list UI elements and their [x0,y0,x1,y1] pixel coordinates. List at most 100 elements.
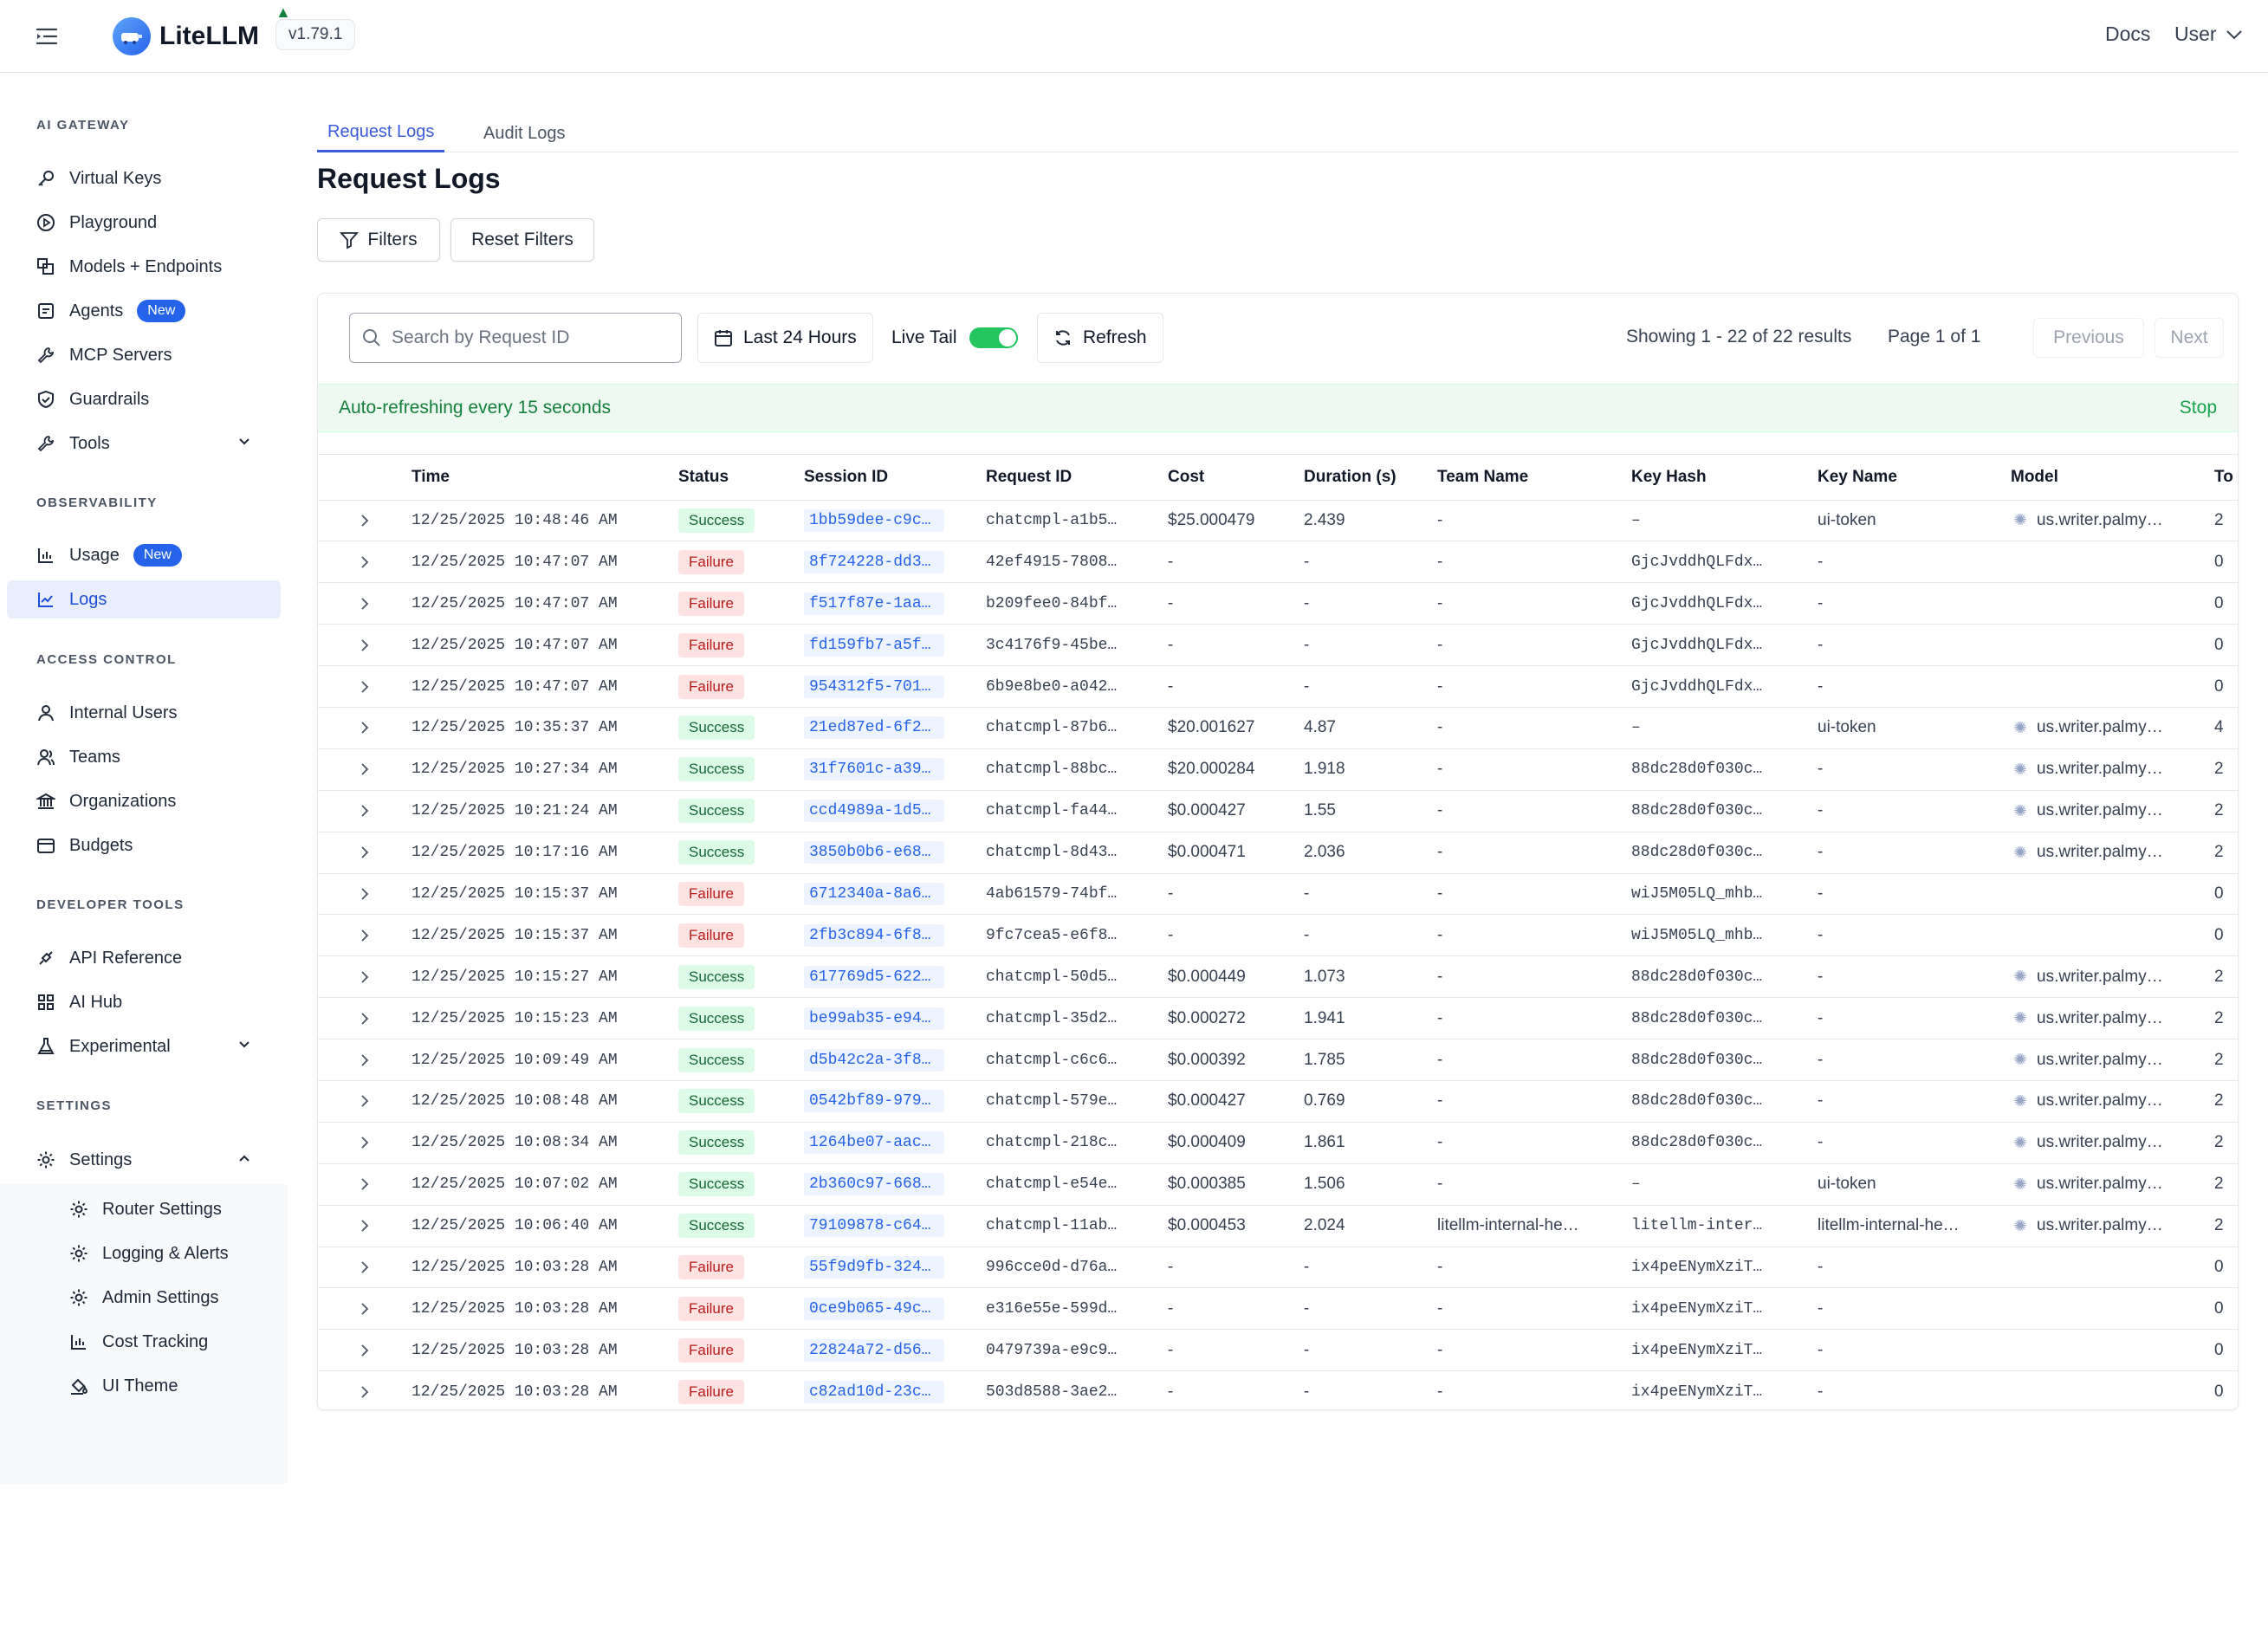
sidebar-item-models[interactable]: Models + Endpoints [7,248,281,286]
search-input[interactable] [392,327,669,348]
search-box[interactable] [349,313,682,363]
session-id-link[interactable]: 0ce9b065-49c2… [804,1297,944,1320]
table-row[interactable]: 12/25/2025 10:08:48 AM Success 0542bf89-97… [318,1079,2238,1123]
table-row[interactable]: 12/25/2025 10:47:07 AM Failure 8f724228-dd… [318,541,2238,583]
chevron-right-icon[interactable] [318,597,411,611]
session-id-link[interactable]: 6712340a-8a6f… [804,882,944,905]
table-row[interactable]: 12/25/2025 10:27:34 AM Success 31f7601c-a3… [318,748,2238,791]
column-header[interactable]: Duration (s) [1304,455,1437,500]
chevron-right-icon[interactable] [318,970,411,984]
sidebar-item-tools[interactable]: Tools [7,424,281,463]
sidebar-item-usage[interactable]: Usage New [7,536,281,574]
sidebar-item-agents[interactable]: Agents New [7,292,281,330]
filters-button[interactable]: Filters [317,218,440,262]
chevron-right-icon[interactable] [318,1385,411,1399]
session-id-link[interactable]: 8f724228-dd34… [804,550,944,573]
chevron-right-icon[interactable] [318,804,411,818]
column-header[interactable]: Key Hash [1631,455,1818,500]
table-row[interactable]: 12/25/2025 10:06:40 AM Success 79109878-c6… [318,1204,2238,1247]
column-header[interactable]: Session ID [804,455,986,500]
chevron-right-icon[interactable] [318,1344,411,1357]
table-row[interactable]: 12/25/2025 10:15:27 AM Success 617769d5-62… [318,955,2238,998]
sidebar-item-settings[interactable]: Settings [7,1141,281,1179]
logo[interactable]: LiteLLM [113,14,259,59]
session-id-link[interactable]: c82ad10d-23c7… [804,1380,944,1403]
sidebar-item-organizations[interactable]: Organizations [7,782,281,820]
sidebar-item-admin-settings[interactable]: Admin Settings [7,1279,281,1317]
column-header[interactable]: Team Name [1437,455,1631,500]
session-id-link[interactable]: 1bb59dee-c9c2… [804,508,944,532]
chevron-right-icon[interactable] [318,1302,411,1316]
reset-filters-button[interactable]: Reset Filters [450,218,594,262]
session-id-link[interactable]: 2fb3c894-6f82… [804,923,944,947]
table-row[interactable]: 12/25/2025 10:07:02 AM Success 2b360c97-66… [318,1162,2238,1206]
chevron-right-icon[interactable] [318,1012,411,1026]
session-id-link[interactable]: 55f9d9fb-324f… [804,1255,944,1279]
table-row[interactable]: 12/25/2025 10:15:37 AM Failure 2fb3c894-6f… [318,914,2238,956]
table-row[interactable]: 12/25/2025 10:17:16 AM Success 3850b0b6-e6… [318,831,2238,874]
table-row[interactable]: 12/25/2025 10:03:28 AM Failure 22824a72-d5… [318,1329,2238,1371]
time-range-button[interactable]: Last 24 Hours [697,313,873,363]
sidebar-item-ai-hub[interactable]: AI Hub [7,983,281,1021]
previous-button[interactable]: Previous [2033,318,2144,358]
session-id-link[interactable]: be99ab35-e949… [804,1007,944,1030]
sidebar-item-virtual-keys[interactable]: Virtual Keys [7,159,281,198]
table-row[interactable]: 12/25/2025 10:21:24 AM Success ccd4989a-1d… [318,789,2238,832]
chevron-right-icon[interactable] [318,845,411,859]
chevron-right-icon[interactable] [318,638,411,652]
sidebar-item-logging-alerts[interactable]: Logging & Alerts [7,1234,281,1273]
session-id-link[interactable]: f517f87e-1aa8… [804,592,944,615]
table-row[interactable]: 12/25/2025 10:47:07 AM Failure 954312f5-70… [318,665,2238,708]
sidebar-item-ui-theme[interactable]: UI Theme [7,1367,281,1405]
chevron-right-icon[interactable] [318,1053,411,1067]
table-row[interactable]: 12/25/2025 10:08:34 AM Success 1264be07-aa… [318,1121,2238,1164]
chevron-right-icon[interactable] [318,1177,411,1191]
sidebar-item-experimental[interactable]: Experimental [7,1027,281,1065]
sidebar-item-mcp-servers[interactable]: MCP Servers [7,336,281,374]
session-id-link[interactable]: 954312f5-7012… [804,675,944,698]
chevron-right-icon[interactable] [318,721,411,735]
session-id-link[interactable]: 1264be07-aace… [804,1131,944,1155]
sidebar-item-router-settings[interactable]: Router Settings [7,1190,281,1228]
table-row[interactable]: 12/25/2025 10:35:37 AM Success 21ed87ed-6f… [318,706,2238,749]
sidebar-item-budgets[interactable]: Budgets [7,826,281,865]
table-row[interactable]: 12/25/2025 10:15:37 AM Failure 6712340a-8a… [318,872,2238,915]
session-id-link[interactable]: 2b360c97-6688… [804,1173,944,1196]
table-row[interactable]: 12/25/2025 10:48:46 AM Success 1bb59dee-c9… [318,499,2238,541]
session-id-link[interactable]: 617769d5-6221… [804,965,944,988]
session-id-link[interactable]: 22824a72-d56c… [804,1338,944,1362]
chevron-right-icon[interactable] [318,514,411,528]
live-tail-toggle[interactable] [969,327,1018,348]
sidebar-item-playground[interactable]: Playground [7,204,281,242]
sidebar-item-cost-tracking[interactable]: Cost Tracking [7,1323,281,1361]
chevron-right-icon[interactable] [318,1136,411,1150]
chevron-right-icon[interactable] [318,680,411,694]
table-row[interactable]: 12/25/2025 10:03:28 AM Failure c82ad10d-23… [318,1370,2238,1410]
session-id-link[interactable]: 3850b0b6-e686… [804,841,944,865]
sidebar-item-internal-users[interactable]: Internal Users [7,694,281,732]
column-header[interactable]: Status [678,455,804,500]
table-row[interactable]: 12/25/2025 10:03:28 AM Failure 0ce9b065-49… [318,1287,2238,1330]
chevron-right-icon[interactable] [318,1260,411,1274]
column-header[interactable]: Key Name [1818,455,2011,500]
session-id-link[interactable]: 31f7601c-a39a… [804,758,944,781]
table-row[interactable]: 12/25/2025 10:47:07 AM Failure fd159fb7-a5… [318,624,2238,666]
tab-request-logs[interactable]: Request Logs [317,114,445,152]
tab-audit-logs[interactable]: Audit Logs [473,114,576,152]
column-header[interactable]: Request ID [986,455,1168,500]
column-header[interactable]: To [2214,455,2238,500]
sidebar-item-api-reference[interactable]: API Reference [7,939,281,977]
next-button[interactable]: Next [2155,318,2224,358]
column-header[interactable]: Model [2011,455,2214,500]
column-header[interactable]: Time [411,455,678,500]
chevron-right-icon[interactable] [318,1094,411,1108]
table-row[interactable]: 12/25/2025 10:09:49 AM Success d5b42c2a-3f… [318,1039,2238,1081]
chevron-right-icon[interactable] [318,762,411,776]
table-row[interactable]: 12/25/2025 10:15:23 AM Success be99ab35-e9… [318,997,2238,1039]
chevron-right-icon[interactable] [318,887,411,901]
sidebar-item-teams[interactable]: Teams [7,738,281,776]
session-id-link[interactable]: 21ed87ed-6f2c… [804,716,944,740]
session-id-link[interactable]: ccd4989a-1d54… [804,800,944,823]
refresh-button[interactable]: Refresh [1037,313,1163,363]
sidebar-item-guardrails[interactable]: Guardrails [7,380,281,418]
